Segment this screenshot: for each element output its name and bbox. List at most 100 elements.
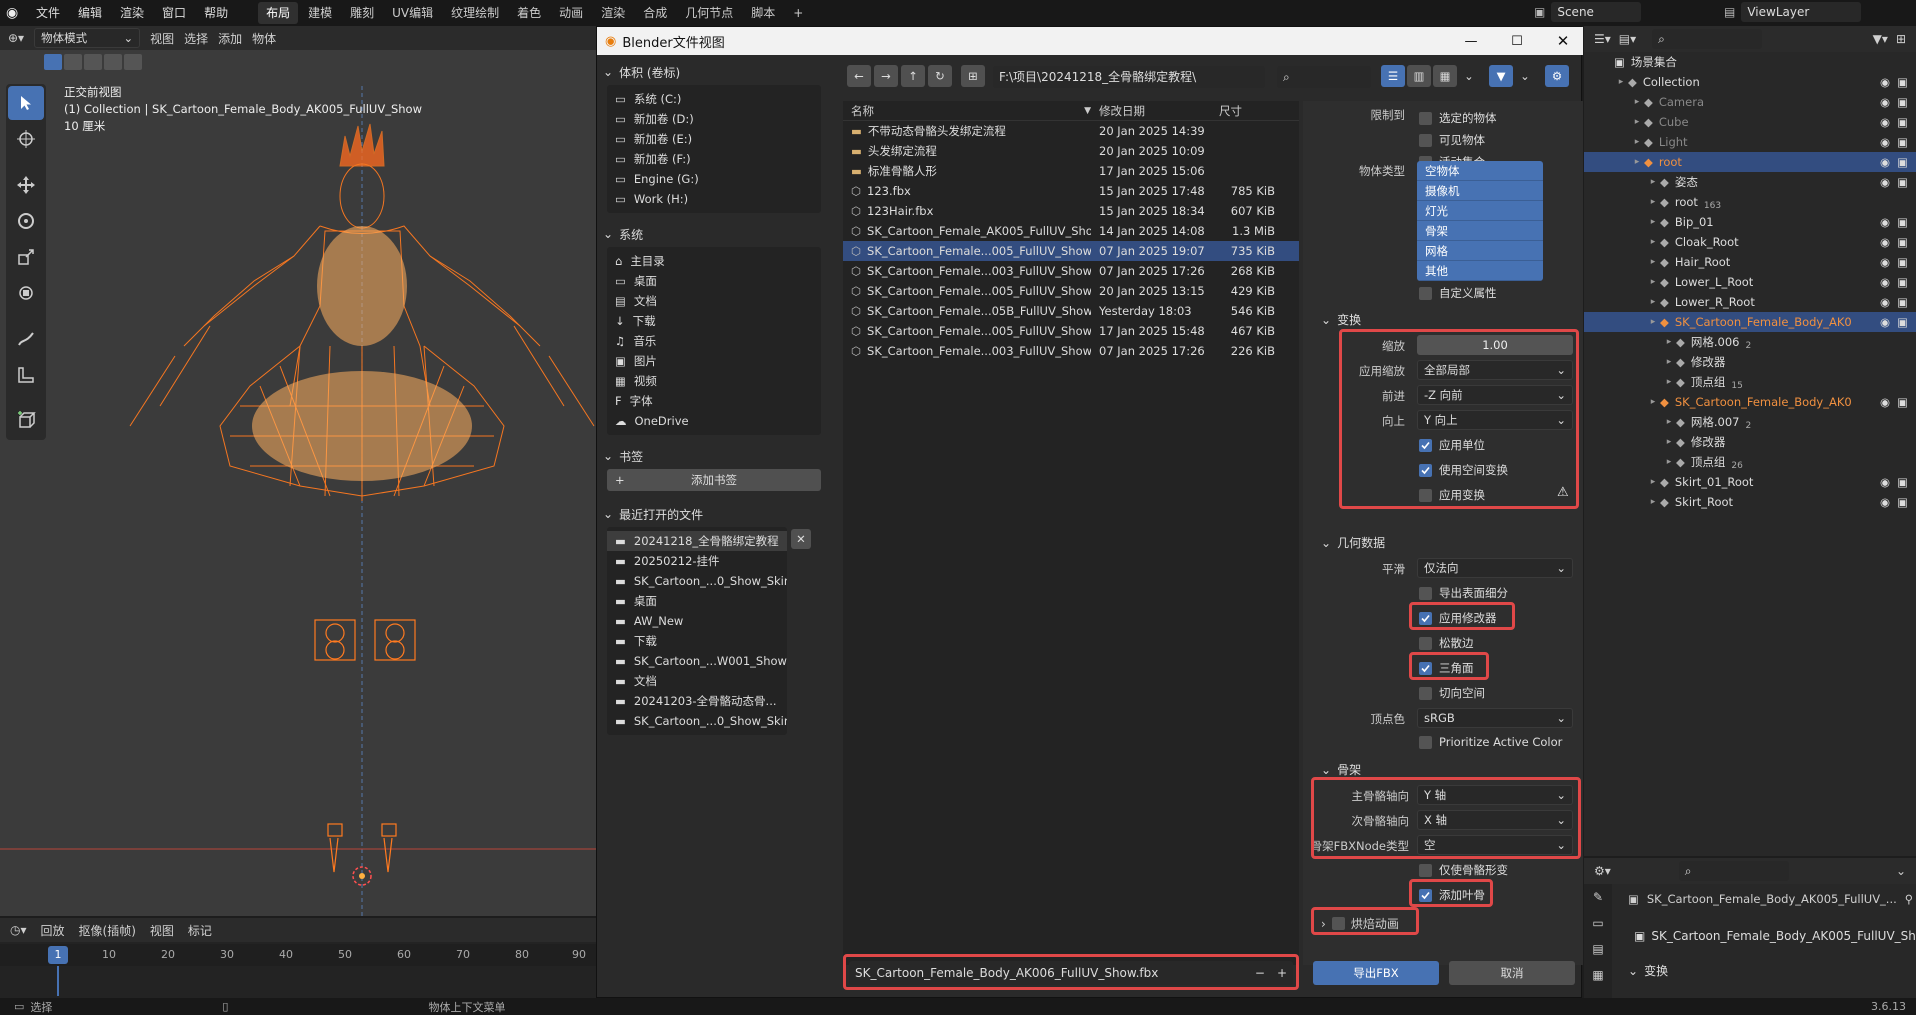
- system-item[interactable]: ♫ 音乐: [607, 331, 821, 351]
- expand-arrow-icon[interactable]: ▸: [1630, 137, 1644, 147]
- outliner-row[interactable]: ▸ ◆ 顶点组 26: [1584, 452, 1916, 472]
- expand-arrow-icon[interactable]: ▸: [1646, 297, 1660, 307]
- type-armature-toggle[interactable]: 骨架: [1417, 221, 1543, 241]
- minimize-icon[interactable]: —: [1451, 34, 1491, 49]
- expand-arrow-icon[interactable]: ▸: [1646, 477, 1660, 487]
- menu-playback[interactable]: 回放: [41, 922, 65, 939]
- render-camera-icon[interactable]: ▣: [1897, 115, 1908, 129]
- output-tab-icon[interactable]: ▤: [1584, 936, 1612, 962]
- file-row[interactable]: ⬡ SK_Cartoon_Female...005_FullUV_Show.fbx…: [843, 321, 1299, 341]
- system-item[interactable]: ☁ OneDrive: [607, 411, 821, 431]
- add-bookmark-button[interactable]: + 添加书签: [607, 469, 821, 491]
- tab-texture-paint[interactable]: 纹理绘制: [443, 2, 507, 24]
- visible-objects-checkbox[interactable]: 可见物体: [1419, 129, 1497, 151]
- viewlayer-field[interactable]: ViewLayer: [1741, 2, 1862, 22]
- type-light-toggle[interactable]: 灯光: [1417, 201, 1543, 221]
- expand-arrow-icon[interactable]: ▸: [1646, 397, 1660, 407]
- menu-file[interactable]: 文件: [28, 2, 68, 24]
- visibility-eye-icon[interactable]: ◉: [1880, 95, 1890, 109]
- file-row[interactable]: ⬡ SK_Cartoon_Female...003_FullUV_Show.fbx…: [843, 341, 1299, 361]
- menu-timeline-view[interactable]: 视图: [150, 922, 174, 939]
- file-row[interactable]: ⬡ SK_Cartoon_Female...003_FullUV_Show.fbx…: [843, 261, 1299, 281]
- frame-ruler[interactable]: 1 10 20 30 40 50 60 70 80 90: [0, 944, 596, 966]
- visibility-eye-icon[interactable]: ◉: [1880, 315, 1890, 329]
- visibility-eye-icon[interactable]: ◉: [1880, 75, 1890, 89]
- menu-marker[interactable]: 标记: [188, 922, 212, 939]
- system-item[interactable]: ↓ 下载: [607, 311, 821, 331]
- render-tab-icon[interactable]: ▭: [1584, 910, 1612, 936]
- file-row[interactable]: ⬡ 123Hair.fbx 15 Jan 2025 18:34 607 KiB: [843, 201, 1299, 221]
- render-camera-icon[interactable]: ▣: [1897, 135, 1908, 149]
- system-item[interactable]: ▤ 文档: [607, 291, 821, 311]
- filter-icon[interactable]: ▼: [1489, 65, 1513, 87]
- render-camera-icon[interactable]: ▣: [1897, 235, 1908, 249]
- outliner-search-input[interactable]: ⌕: [1652, 29, 1763, 49]
- tool-tab-icon[interactable]: ✎: [1584, 884, 1612, 910]
- recent-item[interactable]: ▬ SK_Cartoon_...0_Show_Skin: [607, 571, 787, 591]
- tab-compositing[interactable]: 合成: [635, 2, 675, 24]
- path-input[interactable]: F:\项目\20241218_全骨骼绑定教程\: [993, 66, 1265, 88]
- render-camera-icon[interactable]: ▣: [1897, 395, 1908, 409]
- expand-arrow-icon[interactable]: ▸: [1630, 117, 1644, 127]
- expand-arrow-icon[interactable]: ▸: [1646, 277, 1660, 287]
- outliner-row[interactable]: ▸ ◆ Bip_01 ◉ ▣: [1584, 212, 1916, 232]
- outliner-row[interactable]: ▸ ◆ SK_Cartoon_Female_Body_AK0 ◉ ▣: [1584, 392, 1916, 412]
- tab-animation[interactable]: 动画: [551, 2, 591, 24]
- menu-keying[interactable]: 抠像(插帧): [79, 922, 136, 939]
- visibility-eye-icon[interactable]: ◉: [1880, 255, 1890, 269]
- menu-render[interactable]: 渲染: [112, 2, 152, 24]
- expand-arrow-icon[interactable]: ▸: [1630, 97, 1644, 107]
- expand-arrow-icon[interactable]: ▸: [1662, 377, 1676, 387]
- visibility-eye-icon[interactable]: ◉: [1880, 175, 1890, 189]
- visibility-eye-icon[interactable]: ◉: [1880, 155, 1890, 169]
- expand-arrow-icon[interactable]: ▸: [1614, 77, 1628, 87]
- type-mesh-toggle[interactable]: 网格: [1417, 241, 1543, 261]
- expand-arrow-icon[interactable]: ▸: [1630, 157, 1644, 167]
- render-camera-icon[interactable]: ▣: [1897, 315, 1908, 329]
- file-row[interactable]: ⬡ SK_Cartoon_Female...005_FullUV_Show.fbx…: [843, 281, 1299, 301]
- refresh-icon[interactable]: ↻: [928, 65, 952, 87]
- system-header[interactable]: ⌄ 系统: [603, 223, 825, 245]
- outliner-row[interactable]: ▸ ◆ Light ◉ ▣: [1584, 132, 1916, 152]
- expand-arrow-icon[interactable]: ▸: [1646, 257, 1660, 267]
- outliner-row[interactable]: ▸ ◆ root ◉ ▣: [1584, 152, 1916, 172]
- maximize-icon[interactable]: ☐: [1497, 34, 1537, 49]
- menu-edit[interactable]: 编辑: [70, 2, 110, 24]
- visibility-eye-icon[interactable]: ◉: [1880, 275, 1890, 289]
- outliner-row[interactable]: ▸ ◆ Lower_R_Root ◉ ▣: [1584, 292, 1916, 312]
- outliner-row[interactable]: ▸ ◆ 顶点组 15: [1584, 372, 1916, 392]
- render-camera-icon[interactable]: ▣: [1897, 275, 1908, 289]
- render-camera-icon[interactable]: ▣: [1897, 75, 1908, 89]
- outliner-row[interactable]: ▸ ◆ Camera ◉ ▣: [1584, 92, 1916, 112]
- expand-arrow-icon[interactable]: ▸: [1662, 337, 1676, 347]
- visibility-eye-icon[interactable]: ◉: [1880, 135, 1890, 149]
- expand-arrow-icon[interactable]: ▸: [1646, 497, 1660, 507]
- tab-sculpting[interactable]: 雕刻: [342, 2, 382, 24]
- transform-panel-header[interactable]: ⌄ 变换: [1628, 962, 1668, 979]
- prioritize-color-checkbox[interactable]: Prioritize Active Color: [1419, 735, 1562, 749]
- type-empty-toggle[interactable]: 空物体: [1417, 161, 1543, 181]
- search-input[interactable]: ⌕: [1277, 66, 1371, 88]
- system-item[interactable]: ▭ 桌面: [607, 271, 821, 291]
- volumes-header[interactable]: ⌄ 体积 (卷标): [603, 61, 825, 83]
- transform-section-header[interactable]: ⌄ 变换: [1321, 311, 1361, 328]
- properties-search-input[interactable]: ⌕: [1678, 861, 1789, 881]
- loose-edges-checkbox[interactable]: 松散边: [1419, 635, 1474, 651]
- volume-item[interactable]: ▭ 新加卷 (D:): [607, 109, 821, 129]
- clear-recent-icon[interactable]: ✕: [791, 529, 811, 549]
- menu-help[interactable]: 帮助: [196, 2, 236, 24]
- type-other-toggle[interactable]: 其他: [1417, 261, 1543, 281]
- cancel-button[interactable]: 取消: [1449, 961, 1575, 985]
- render-camera-icon[interactable]: ▣: [1897, 495, 1908, 509]
- 3d-viewport[interactable]: ⊕▾ 物体模式 ⌄ 视图 选择 添加 物体 正交前视图 (1) Collectio…: [0, 26, 596, 916]
- outliner-editor-icon[interactable]: ☰▾: [1594, 32, 1611, 46]
- chevron-down-icon[interactable]: ⌄: [1515, 65, 1535, 87]
- render-camera-icon[interactable]: ▣: [1897, 255, 1908, 269]
- bookmarks-header[interactable]: ⌄ 书签: [603, 445, 825, 467]
- recent-item[interactable]: ▬ AW_New: [607, 611, 787, 631]
- outliner-row[interactable]: ▸ ◆ Cloak_Root ◉ ▣: [1584, 232, 1916, 252]
- menu-window[interactable]: 窗口: [154, 2, 194, 24]
- expand-arrow-icon[interactable]: ▸: [1662, 417, 1676, 427]
- view-layer-tab-icon[interactable]: ▦: [1584, 962, 1612, 988]
- file-row[interactable]: ⬡ 123.fbx 15 Jan 2025 17:48 785 KiB: [843, 181, 1299, 201]
